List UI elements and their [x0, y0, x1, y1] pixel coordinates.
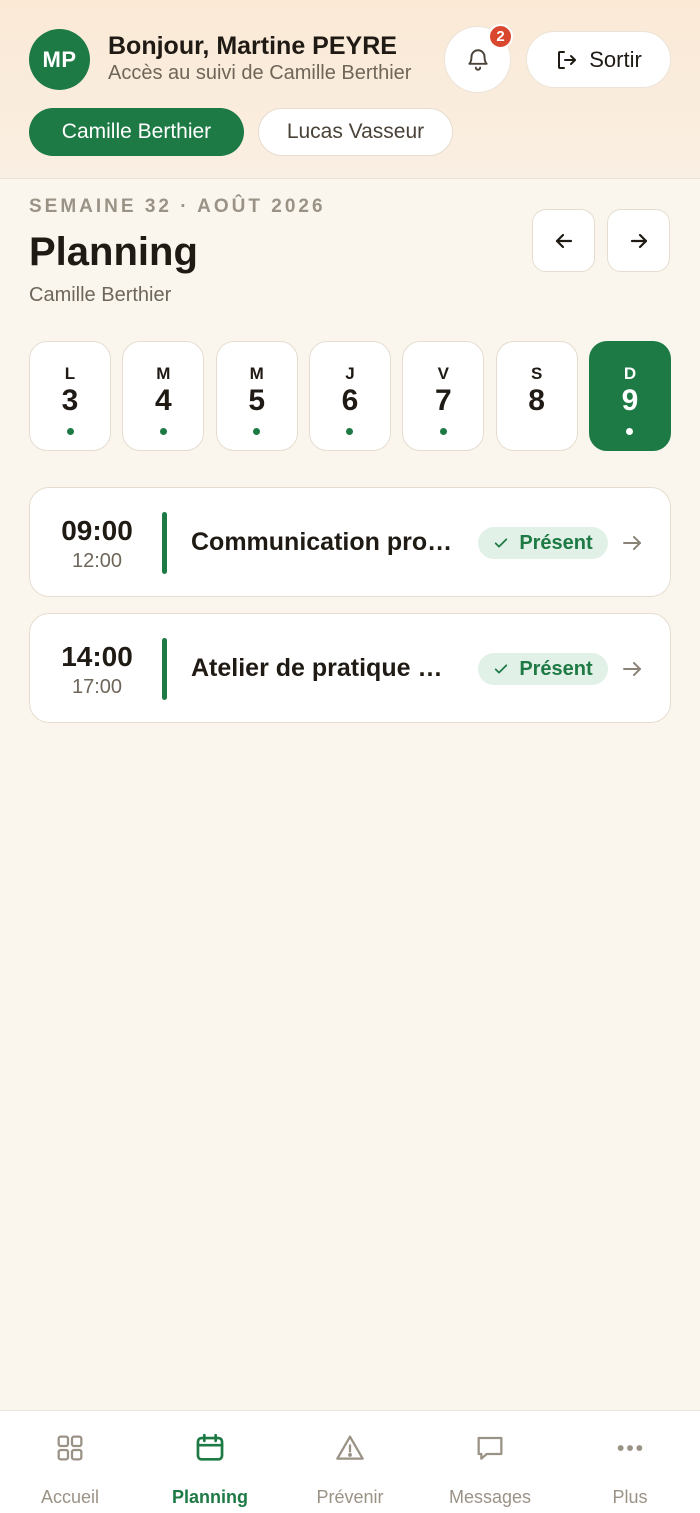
day-thursday[interactable]: J 6: [308, 341, 391, 451]
warning-icon: [336, 1435, 364, 1460]
tab-messages[interactable]: Messages: [420, 1411, 560, 1513]
session-end-time: 12:00: [71, 550, 123, 572]
session-card[interactable]: 14:00 17:00 Atelier de pratique professi…: [29, 613, 671, 723]
status-badge: Présent: [478, 527, 608, 559]
event-dot: [533, 428, 540, 435]
week-label: SEMAINE 32 · AOÛT 2026: [29, 196, 326, 217]
arrow-right-icon: [623, 662, 641, 676]
session-title: Atelier de pratique professionnelle: [191, 654, 456, 682]
session-accent-bar: [162, 512, 167, 574]
tab-plus[interactable]: Plus: [560, 1411, 700, 1513]
tab-label: Prévenir: [316, 1487, 384, 1507]
calendar-icon: [196, 1433, 224, 1461]
day-friday[interactable]: V 7: [402, 341, 485, 451]
day-monday[interactable]: L 3: [29, 341, 111, 451]
event-dot: [159, 428, 167, 435]
tab-label: Planning: [172, 1487, 248, 1507]
tab-prevenir[interactable]: Prévenir: [280, 1411, 420, 1513]
event-dot: [626, 428, 634, 435]
grid-icon: [57, 1435, 83, 1461]
event-dot: [346, 428, 354, 435]
day-letter: D: [623, 364, 637, 383]
child-chip-lucas[interactable]: Lucas Vasseur: [258, 108, 453, 156]
tab-label: Plus: [612, 1487, 648, 1507]
day-letter: M: [249, 364, 264, 383]
page-title: Planning: [29, 230, 198, 274]
day-number: 8: [528, 384, 545, 417]
day-saturday[interactable]: S 8: [495, 341, 578, 451]
status-label: Présent: [519, 531, 593, 554]
logout-label: Sortir: [589, 46, 642, 72]
arrow-left-icon: [555, 233, 572, 248]
check-icon: [495, 538, 508, 548]
tab-label: Accueil: [40, 1487, 100, 1507]
day-number: 6: [341, 384, 359, 417]
event-dot: [66, 428, 74, 435]
day-number: 9: [621, 384, 639, 417]
child-chip-camille[interactable]: Camille Berthier: [29, 108, 244, 156]
day-number: 3: [61, 384, 79, 417]
session-start-time: 14:00: [61, 641, 133, 672]
more-icon: [617, 1445, 643, 1451]
session-card[interactable]: 09:00 12:00 Communication professionnell…: [29, 487, 671, 597]
day-number: 5: [248, 384, 265, 417]
next-week-button[interactable]: [607, 209, 670, 272]
header: MP Bonjour, Martine PEYRE Accès au suivi…: [0, 0, 700, 179]
day-letter: M: [156, 364, 171, 383]
tab-accueil[interactable]: Accueil: [0, 1411, 140, 1513]
day-picker: L 3 M 4 M 5 J 6 V 7 S 8 D 9: [29, 341, 671, 451]
session-start-time: 09:00: [61, 515, 133, 546]
day-letter: J: [345, 364, 355, 383]
day-letter: L: [64, 364, 76, 383]
logout-icon: [558, 50, 577, 69]
greeting: Bonjour, Martine PEYRE: [108, 32, 397, 60]
check-icon: [495, 664, 508, 674]
session-title: Communication professionnelle: [191, 528, 456, 556]
status-badge: Présent: [478, 653, 608, 685]
greeting-subtitle: Accès au suivi de Camille Berthier: [108, 62, 412, 84]
status-label: Présent: [519, 657, 593, 680]
arrow-right-icon: [623, 536, 641, 550]
notification-badge: 2: [488, 24, 513, 49]
previous-week-button[interactable]: [532, 209, 595, 272]
message-icon: [477, 1436, 503, 1460]
event-dot: [253, 428, 261, 435]
bell-icon: [467, 48, 488, 71]
day-tuesday[interactable]: M 4: [122, 341, 205, 451]
logout-button[interactable]: Sortir: [526, 31, 671, 88]
bottom-nav: Accueil Planning Prévenir Messages Plus: [0, 1410, 700, 1513]
day-sunday[interactable]: D 9: [588, 341, 671, 451]
day-letter: S: [530, 364, 543, 383]
day-number: 7: [434, 384, 452, 417]
day-letter: V: [437, 364, 449, 383]
session-end-time: 17:00: [71, 676, 123, 698]
day-wednesday[interactable]: M 5: [215, 341, 298, 451]
event-dot: [439, 428, 447, 435]
avatar[interactable]: MP: [29, 29, 90, 90]
tab-label: Messages: [448, 1487, 532, 1507]
arrow-right-icon: [630, 233, 647, 248]
day-number: 4: [154, 384, 172, 417]
student-name: Camille Berthier: [29, 284, 172, 306]
session-accent-bar: [162, 638, 167, 700]
tab-planning[interactable]: Planning: [140, 1411, 280, 1513]
